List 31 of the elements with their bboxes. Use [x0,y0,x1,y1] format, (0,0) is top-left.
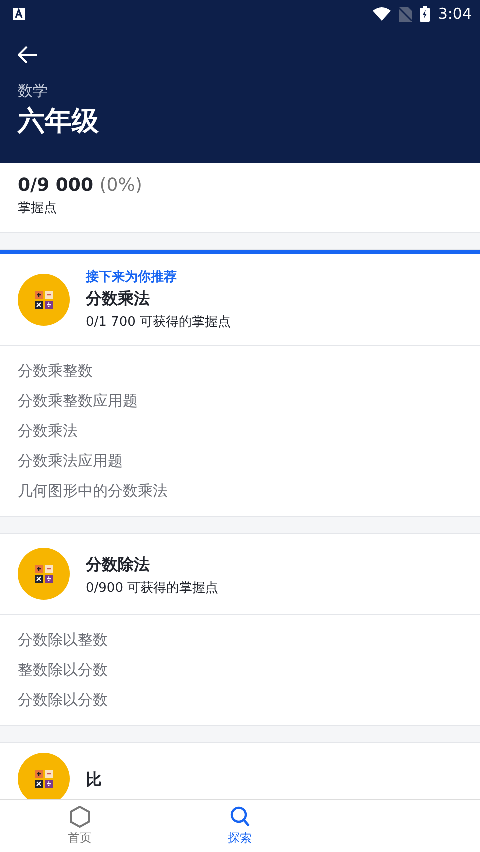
hexagon-icon [70,806,90,828]
recommendation-label: 接下来为你推荐 [86,268,178,286]
math-operations-icon [18,548,70,600]
topic-link[interactable]: 分数乘法应用题 [18,446,123,476]
topic-link[interactable]: 分数乘法 [18,416,78,446]
mastery-percent: (0%) [100,175,142,196]
mastery-label: 掌握点 [18,200,58,217]
page-title: 六年级 [18,105,100,139]
battery-charging-icon [420,6,430,22]
mastery-points: 0/9 000 [18,175,94,196]
topic-link[interactable]: 分数乘整数 [18,356,93,386]
wifi-icon [373,7,392,21]
topic-link[interactable]: 分数除以整数 [18,625,108,655]
nav-tab[interactable]: 探索 [160,800,320,852]
back-arrow-icon[interactable] [18,46,38,64]
topic-link[interactable]: 整数除以分数 [18,655,108,685]
topic-link[interactable]: 分数乘整数应用题 [18,386,138,416]
math-operations-icon [18,274,70,326]
unit-points: 0/900 可获得的掌握点 [86,580,219,596]
topic-link[interactable]: 几何图形中的分数乘法 [18,476,168,506]
unit-points: 0/1 700 可获得的掌握点 [86,314,231,331]
nav-tab[interactable]: 首页 [0,800,160,852]
subject-label: 数学 [18,82,49,101]
status-time: 3:04 [438,5,472,23]
unit-title[interactable]: 分数除法 [86,554,219,576]
topic-link[interactable]: 分数除以分数 [18,685,108,715]
unit-title[interactable]: 分数乘法 [86,289,231,310]
unit-title[interactable]: 比 [86,770,102,791]
app-notification-icon [13,8,25,20]
no-sim-icon [399,6,412,22]
search-icon [230,806,250,828]
